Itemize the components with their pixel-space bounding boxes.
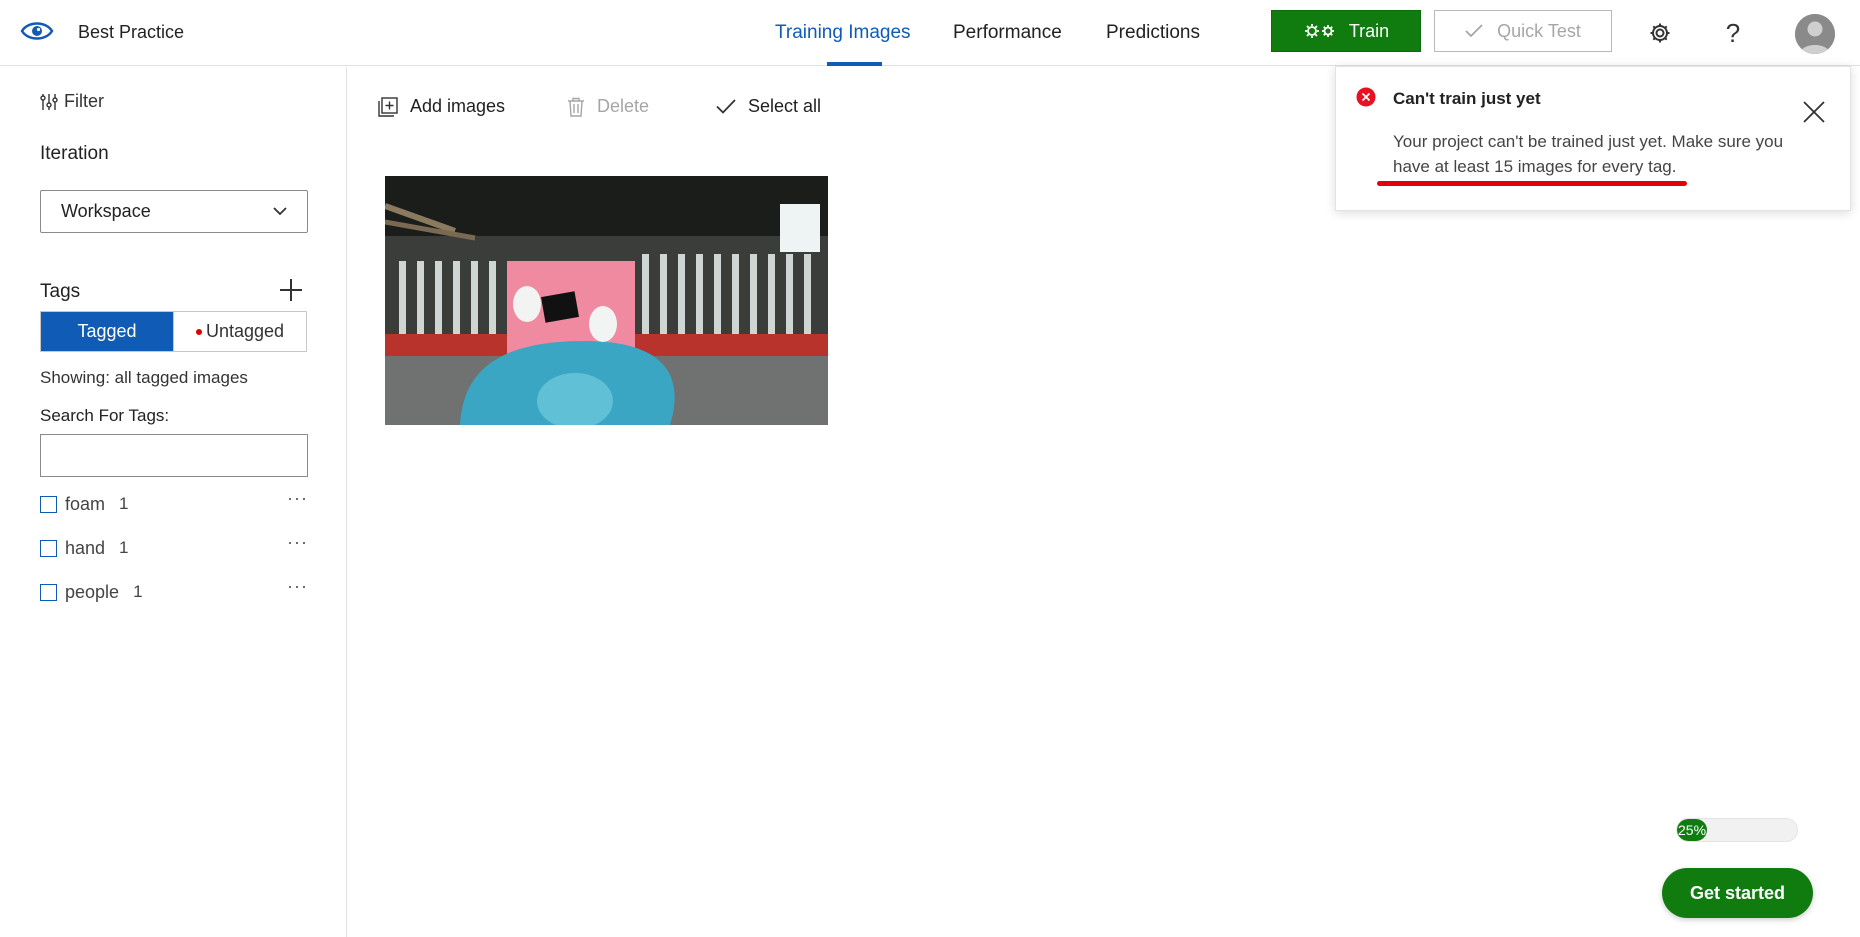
app-header: Best Practice Training Images Performanc… bbox=[0, 0, 1860, 66]
error-icon bbox=[1356, 87, 1376, 107]
tag-more-options-icon[interactable]: ··· bbox=[287, 488, 308, 509]
delete-button[interactable]: Delete bbox=[567, 96, 649, 117]
filter-button[interactable]: Filter bbox=[40, 91, 104, 112]
training-image-icon bbox=[385, 176, 828, 425]
quick-test-button[interactable]: Quick Test bbox=[1434, 10, 1612, 52]
add-image-icon bbox=[378, 96, 398, 117]
user-icon bbox=[1795, 14, 1835, 54]
tag-row-people: people 1 ··· bbox=[40, 576, 308, 604]
tagged-toggle-button[interactable]: Tagged bbox=[41, 312, 173, 351]
tag-more-options-icon[interactable]: ··· bbox=[287, 532, 308, 553]
untagged-dot-icon bbox=[195, 328, 202, 335]
gear-icon bbox=[1650, 23, 1670, 43]
delete-label: Delete bbox=[597, 96, 650, 116]
close-icon[interactable] bbox=[1801, 99, 1827, 125]
eye-logo-icon[interactable] bbox=[20, 18, 54, 44]
check-icon bbox=[1465, 24, 1483, 38]
iteration-value: Workspace bbox=[61, 201, 151, 221]
add-tag-plus-icon[interactable] bbox=[278, 277, 304, 303]
notification-title: Can't train just yet bbox=[1393, 89, 1541, 108]
tag-row-foam: foam 1 ··· bbox=[40, 488, 308, 516]
avatar[interactable] bbox=[1795, 14, 1835, 54]
tag-row-hand: hand 1 ··· bbox=[40, 532, 308, 560]
add-images-label: Add images bbox=[410, 96, 506, 116]
chevron-down-icon bbox=[273, 207, 287, 216]
search-tags-label: Search For Tags: bbox=[40, 406, 170, 425]
tags-heading: Tags bbox=[40, 281, 81, 302]
train-button[interactable]: Train bbox=[1271, 10, 1421, 52]
tab-training-images[interactable]: Training Images bbox=[775, 22, 911, 44]
tag-name: hand bbox=[65, 537, 106, 558]
quick-test-label: Quick Test bbox=[1497, 20, 1581, 41]
add-images-button[interactable]: Add images bbox=[378, 96, 505, 117]
tab-performance[interactable]: Performance bbox=[953, 22, 1062, 44]
tag-count: 1 bbox=[119, 538, 129, 557]
tagged-label: Tagged bbox=[77, 321, 137, 341]
train-label: Train bbox=[1348, 20, 1390, 41]
tag-checkbox-hand[interactable] bbox=[40, 539, 57, 557]
untagged-toggle-button[interactable]: Untagged bbox=[173, 312, 306, 351]
progress-label: 25% bbox=[1678, 822, 1707, 838]
help-button[interactable]: ? bbox=[1718, 18, 1748, 48]
select-all-label: Select all bbox=[748, 96, 822, 116]
tag-checkbox-people[interactable] bbox=[40, 583, 57, 601]
gears-icon bbox=[1304, 24, 1334, 38]
tab-predictions[interactable]: Predictions bbox=[1106, 22, 1200, 44]
onboarding-progress-bar: 25% bbox=[1676, 818, 1798, 842]
settings-button[interactable] bbox=[1645, 18, 1675, 48]
filter-sliders-icon bbox=[40, 93, 58, 110]
iteration-label: Iteration bbox=[40, 143, 109, 164]
search-tags-input[interactable] bbox=[40, 434, 308, 477]
filter-label: Filter bbox=[64, 91, 104, 111]
check-icon bbox=[716, 99, 736, 114]
tag-checkbox-foam[interactable] bbox=[40, 495, 57, 513]
tag-more-options-icon[interactable]: ··· bbox=[287, 576, 308, 597]
showing-text: Showing: all tagged images bbox=[40, 368, 248, 387]
tag-name: people bbox=[65, 581, 120, 602]
tag-name: foam bbox=[65, 493, 106, 514]
help-icon: ? bbox=[1725, 17, 1741, 48]
untagged-label: Untagged bbox=[205, 321, 285, 341]
get-started-button[interactable]: Get started bbox=[1662, 868, 1813, 918]
iteration-select[interactable]: Workspace bbox=[40, 190, 308, 233]
select-all-button[interactable]: Select all bbox=[716, 96, 821, 117]
tag-count: 1 bbox=[119, 494, 129, 513]
tagged-untagged-toggle: Tagged Untagged bbox=[40, 311, 307, 352]
project-name: Best Practice bbox=[78, 22, 185, 42]
error-notification: Can't train just yet Your project can't … bbox=[1335, 66, 1851, 211]
notification-message: Your project can't be trained just yet. … bbox=[1393, 132, 1784, 176]
sidebar: Filter Iteration Workspace Tags Tagged U… bbox=[0, 67, 347, 937]
red-underline-annotation bbox=[1377, 181, 1687, 186]
tag-count: 1 bbox=[133, 582, 143, 601]
active-tab-indicator bbox=[827, 62, 882, 66]
image-thumbnail[interactable] bbox=[385, 176, 828, 425]
trash-icon bbox=[568, 97, 584, 117]
